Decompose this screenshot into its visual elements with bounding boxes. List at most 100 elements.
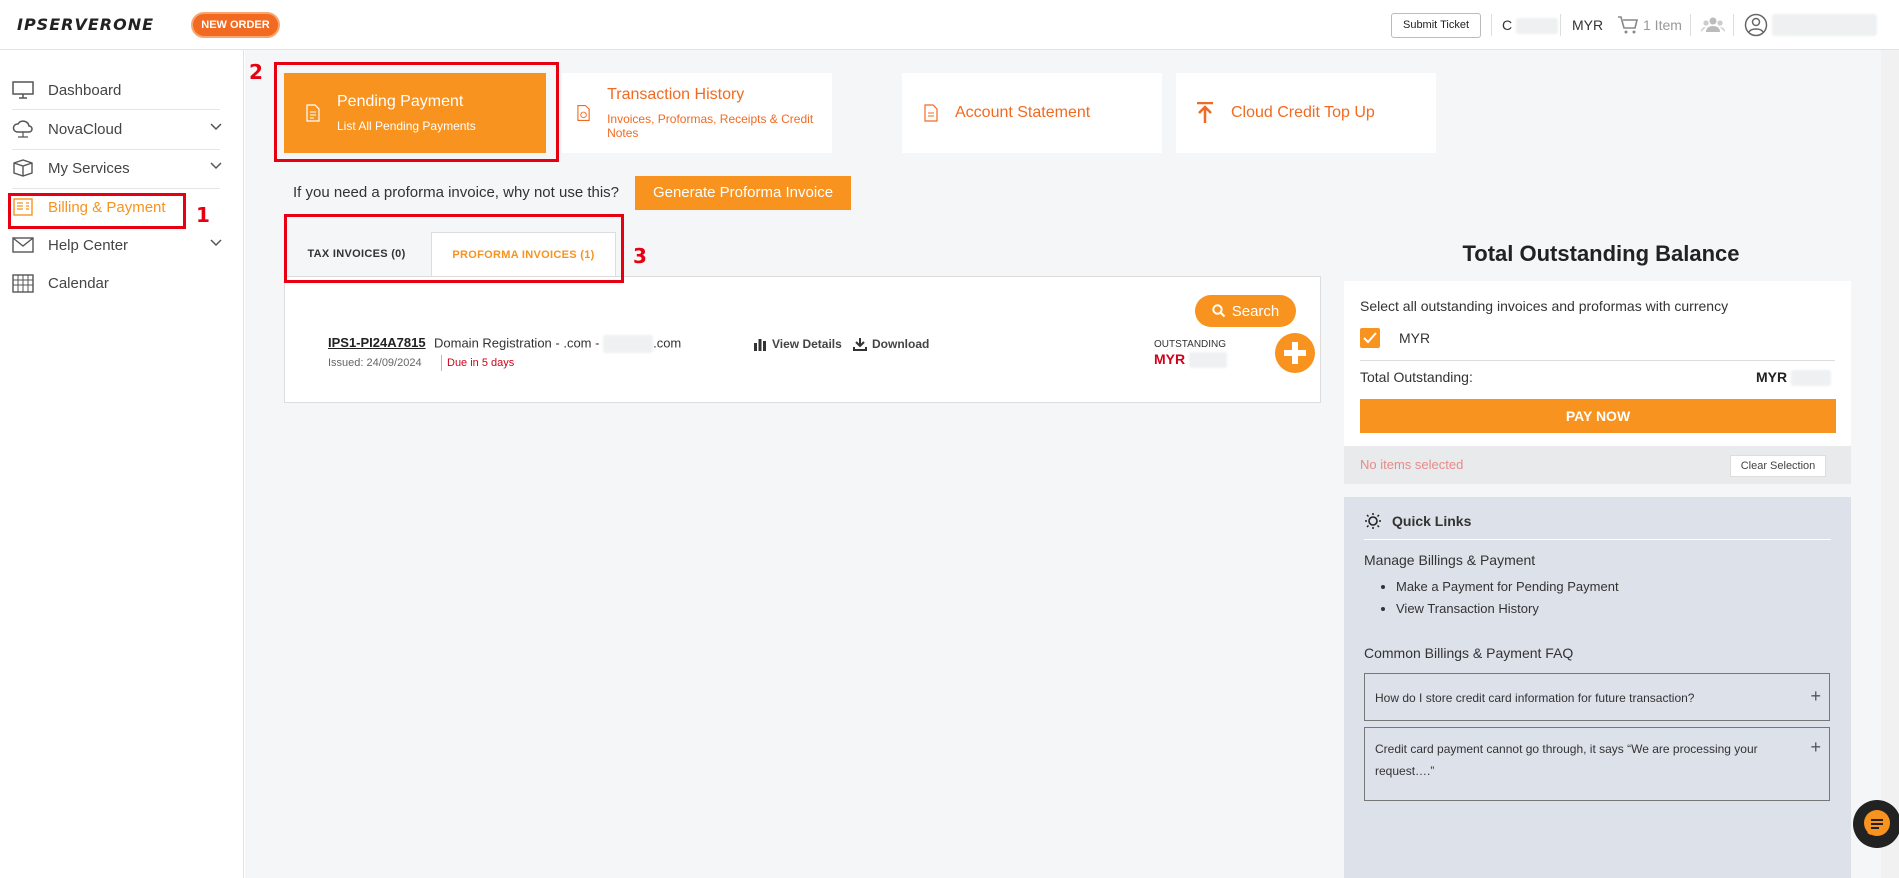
plus-icon: [1284, 342, 1306, 364]
tile-title: Account Statement: [955, 104, 1091, 121]
sidebar: Dashboard NovaCloud My Services Billing …: [0, 50, 244, 878]
quick-links-title: Quick Links: [1392, 513, 1472, 529]
invoice-due-status: Due in 5 days: [441, 355, 514, 371]
chevron-down-icon[interactable]: [210, 162, 222, 170]
sidebar-item-label: NovaCloud: [48, 120, 123, 138]
no-items-status: No items selected: [1360, 457, 1464, 472]
divider: [1360, 360, 1835, 361]
sidebar-item-label: Help Center: [48, 236, 129, 254]
redacted-credit: [1516, 18, 1559, 35]
tile-title: Transaction History: [607, 86, 745, 103]
box-icon: [12, 157, 34, 179]
quick-link-item[interactable]: View Transaction History: [1396, 601, 1619, 616]
arrow-up-icon: [1197, 102, 1213, 123]
expand-plus-icon[interactable]: +: [1810, 682, 1821, 710]
monitor-icon: [12, 79, 34, 101]
chevron-down-icon[interactable]: [210, 123, 222, 131]
tile-title: Cloud Credit Top Up: [1231, 104, 1375, 121]
quick-links-panel: Quick Links Manage Billings & Payment Ma…: [1344, 497, 1851, 878]
outstanding-amount: MYR: [1154, 351, 1228, 369]
invoice-list-panel: Search IPS1-PI24A7815 Domain Registratio…: [284, 276, 1321, 403]
add-to-selection-button[interactable]: [1275, 333, 1315, 373]
logo[interactable]: IPSERVERONE: [17, 15, 154, 34]
sidebar-item-help-center[interactable]: Help Center: [12, 230, 222, 260]
clear-selection-button[interactable]: Clear Selection: [1730, 455, 1826, 477]
cart-count: 1 Item: [1643, 17, 1682, 33]
annotation-box-2: [274, 62, 559, 162]
credit-prefix: C: [1502, 17, 1513, 33]
description-suffix: .com: [653, 335, 682, 351]
redacted-amount: [1189, 352, 1228, 369]
redacted-total: [1791, 370, 1832, 387]
annotation-box-3: [284, 214, 624, 283]
quick-link-item[interactable]: Make a Payment for Pending Payment: [1396, 579, 1619, 594]
new-order-button[interactable]: NEW ORDER: [191, 12, 280, 38]
total-currency: MYR: [1756, 369, 1788, 385]
divider: [1560, 14, 1561, 36]
tile-transaction-history[interactable]: Transaction History Invoices, Proformas,…: [562, 73, 832, 153]
quick-links-header: Quick Links: [1364, 512, 1471, 530]
currency-selector[interactable]: MYR: [1572, 17, 1603, 33]
sidebar-item-label: Calendar: [48, 274, 109, 292]
redacted-domain: [603, 335, 654, 353]
sidebar-item-dashboard[interactable]: Dashboard: [12, 75, 222, 105]
scrollbar[interactable]: [1881, 50, 1899, 878]
sidebar-item-label: My Services: [48, 159, 130, 177]
pay-now-button[interactable]: PAY NOW: [1360, 399, 1836, 433]
invoice-issued-date: Issued: 24/09/2024: [328, 357, 422, 369]
annotation-box-1: [8, 193, 186, 229]
divider: [12, 188, 220, 189]
faq-question: How do I store credit card information f…: [1375, 691, 1695, 705]
sidebar-item-label: Dashboard: [48, 81, 122, 99]
balance-footer: No items selected Clear Selection: [1344, 446, 1851, 484]
divider: [1364, 539, 1831, 540]
faq-heading: Common Billings & Payment FAQ: [1364, 645, 1574, 661]
chat-button[interactable]: [1853, 800, 1899, 848]
search-icon: [1212, 304, 1226, 318]
proforma-prompt-text: If you need a proforma invoice, why not …: [293, 184, 620, 201]
description-prefix: Domain Registration - .com -: [434, 335, 600, 351]
sidebar-item-my-services[interactable]: My Services: [12, 153, 222, 183]
faq-question: Credit card payment cannot go through, i…: [1375, 742, 1758, 778]
generate-proforma-button[interactable]: Generate Proforma Invoice: [635, 176, 851, 210]
credit-balance[interactable]: C: [1502, 17, 1559, 35]
cloud-icon: [12, 118, 34, 140]
balance-select-text: Select all outstanding invoices and prof…: [1360, 298, 1729, 314]
faq-item[interactable]: How do I store credit card information f…: [1364, 673, 1830, 721]
balance-card: Select all outstanding invoices and prof…: [1344, 281, 1851, 484]
download-label: Download: [872, 337, 930, 351]
divider: [1733, 14, 1734, 36]
submit-ticket-button[interactable]: Submit Ticket: [1391, 13, 1481, 38]
annotation-number-3: 3: [633, 244, 647, 268]
download-icon: [853, 338, 867, 351]
faq-item[interactable]: Credit card payment cannot go through, i…: [1364, 727, 1830, 801]
invoice-description: Domain Registration - .com - .com: [434, 335, 681, 353]
total-outstanding-label: Total Outstanding:: [1360, 369, 1473, 385]
receipt-icon: [577, 104, 590, 122]
cart-link[interactable]: 1 Item: [1617, 15, 1682, 35]
chevron-down-icon[interactable]: [210, 239, 222, 247]
download-link[interactable]: Download: [853, 337, 929, 351]
myr-checkbox-label: MYR: [1399, 330, 1431, 346]
expand-plus-icon[interactable]: +: [1810, 736, 1821, 758]
redacted-username: [1772, 14, 1877, 36]
lightbulb-icon: [1365, 513, 1381, 529]
bar-chart-icon: [754, 339, 766, 351]
check-icon: [1363, 332, 1377, 344]
tile-account-statement[interactable]: Account Statement: [902, 73, 1162, 153]
user-avatar-icon[interactable]: [1744, 13, 1768, 37]
sidebar-item-calendar[interactable]: Calendar: [12, 268, 222, 298]
invoice-number-link[interactable]: IPS1-PI24A7815: [328, 335, 426, 350]
view-details-label: View Details: [772, 337, 842, 351]
outstanding-label: OUTSTANDING: [1154, 339, 1227, 350]
myr-checkbox[interactable]: [1360, 328, 1380, 348]
chat-icon: [1864, 810, 1890, 836]
annotation-number-1: 1: [196, 203, 210, 227]
search-button[interactable]: Search: [1195, 295, 1296, 327]
total-outstanding-amount: MYR: [1756, 369, 1832, 387]
sidebar-item-novacloud[interactable]: NovaCloud: [12, 114, 222, 144]
tile-cloud-credit-top-up[interactable]: Cloud Credit Top Up: [1176, 73, 1436, 153]
quick-links-list: Make a Payment for Pending Payment View …: [1396, 579, 1619, 623]
group-icon[interactable]: [1701, 15, 1725, 35]
view-details-link[interactable]: View Details: [753, 337, 842, 351]
